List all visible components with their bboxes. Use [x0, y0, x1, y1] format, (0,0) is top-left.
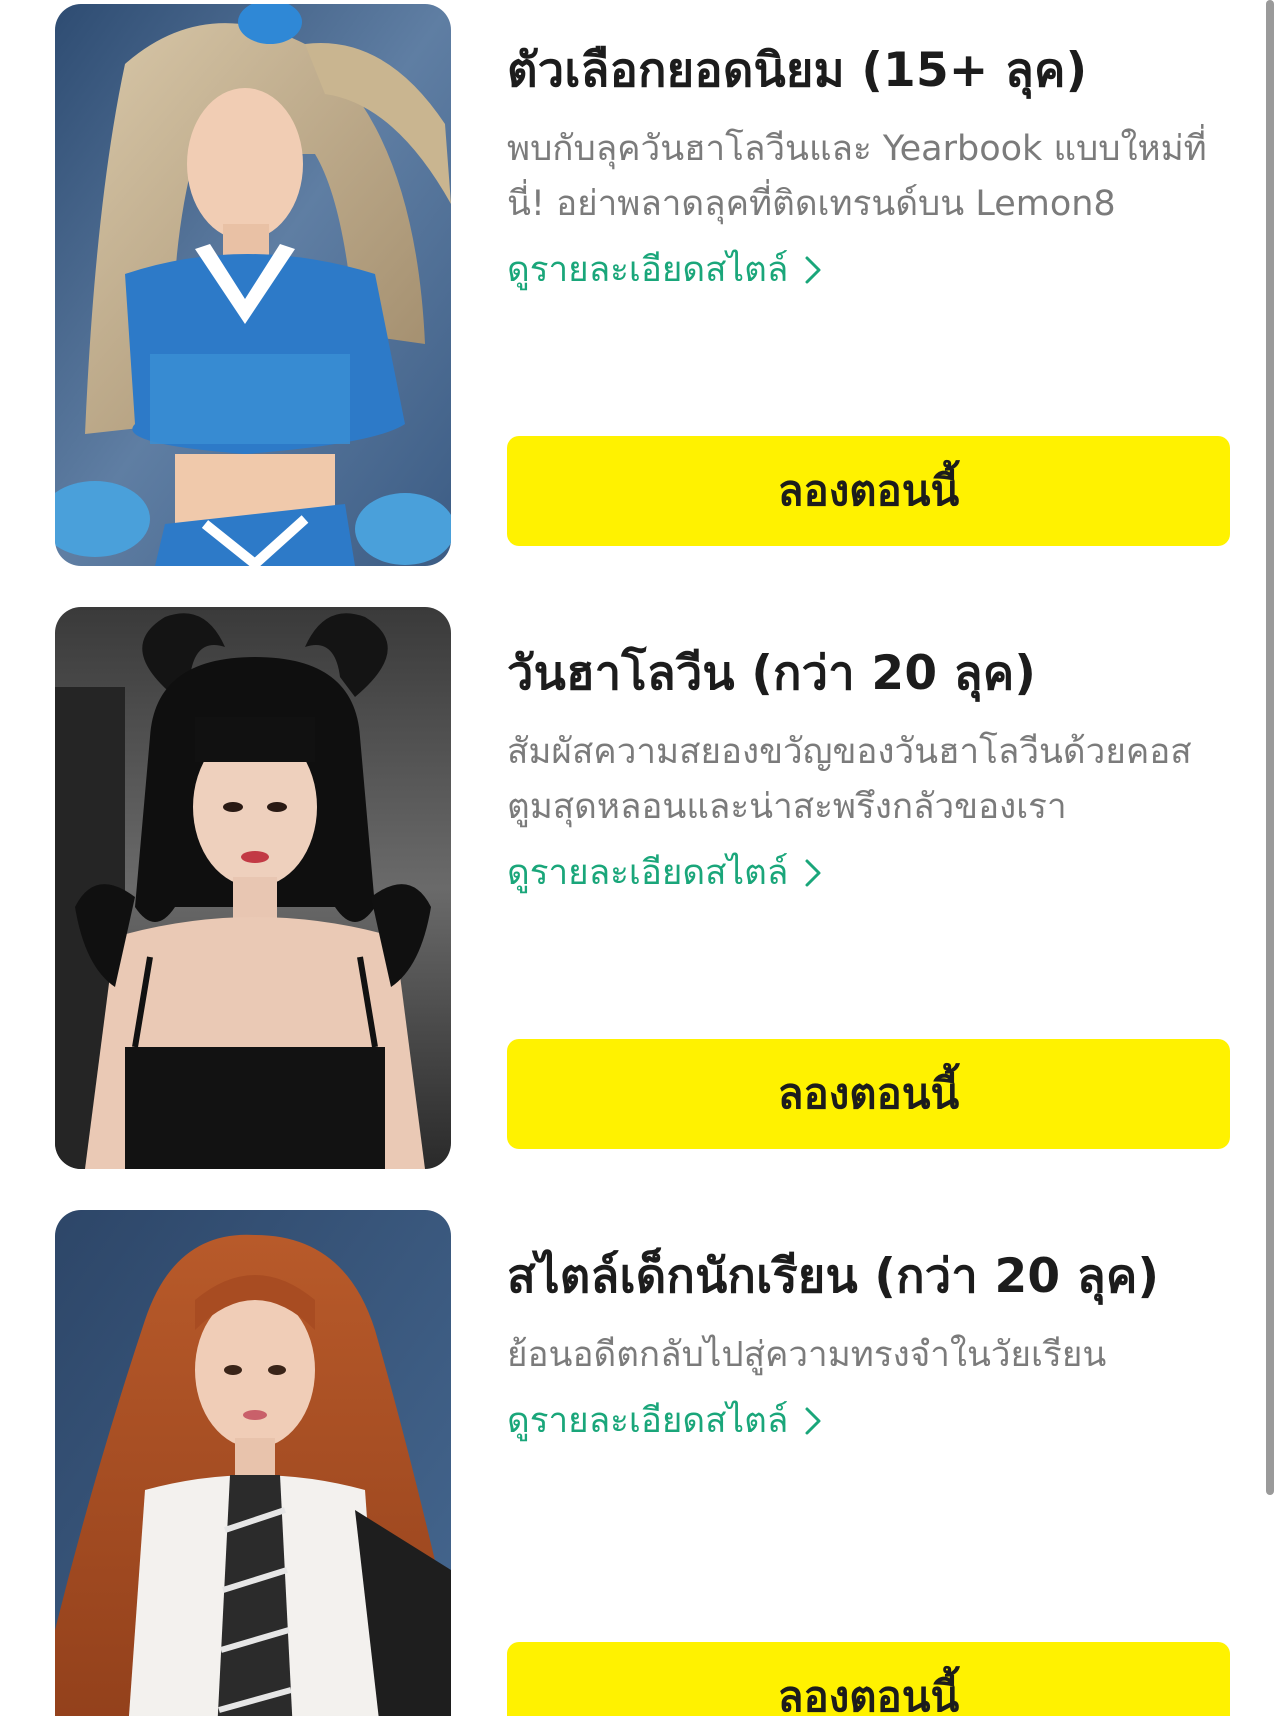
- style-title: ตัวเลือกยอดนิยม (15+ ลุค): [507, 43, 1088, 98]
- scrollbar[interactable]: [1266, 0, 1274, 1495]
- try-now-button[interactable]: ลองตอนนี้: [507, 1642, 1230, 1716]
- style-info: วันฮาโลวีน (กว่า 20 ลุค) สัมผัสความสยองข…: [507, 607, 1235, 1169]
- style-card-popular[interactable]: ตัวเลือกยอดนิยม (15+ ลุค) พบกับลุควันฮาโ…: [55, 4, 1235, 566]
- student-portrait-image: [55, 1210, 451, 1716]
- style-card-student[interactable]: สไตล์เด็กนักเรียน (กว่า 20 ลุค) ย้อนอดีต…: [55, 1210, 1235, 1716]
- view-style-details-link[interactable]: ดูรายละเอียดสไตล์: [507, 242, 822, 297]
- style-title: วันฮาโลวีน (กว่า 20 ลุค): [507, 646, 1037, 701]
- halloween-portrait-image: [55, 607, 451, 1169]
- view-style-details-label: ดูรายละเอียดสไตล์: [507, 1401, 789, 1441]
- style-thumbnail[interactable]: [55, 607, 451, 1169]
- try-now-button[interactable]: ลองตอนนี้: [507, 436, 1230, 546]
- style-description: ย้อนอดีตกลับไปสู่ความทรงจำในวัยเรียน: [507, 1335, 1107, 1375]
- view-style-details-link[interactable]: ดูรายละเอียดสไตล์: [507, 1393, 822, 1448]
- style-info: สไตล์เด็กนักเรียน (กว่า 20 ลุค) ย้อนอดีต…: [507, 1210, 1235, 1716]
- style-description: พบกับลุควันฮาโลวีนและ Yearbook แบบใหม่ที…: [507, 129, 1207, 224]
- style-thumbnail[interactable]: [55, 4, 451, 566]
- style-title: สไตล์เด็กนักเรียน (กว่า 20 ลุค): [507, 1249, 1160, 1304]
- style-list: ตัวเลือกยอดนิยม (15+ ลุค) พบกับลุควันฮาโ…: [0, 0, 1284, 1716]
- chevron-right-icon: [805, 256, 821, 283]
- try-now-button[interactable]: ลองตอนนี้: [507, 1039, 1230, 1149]
- view-style-details-label: ดูรายละเอียดสไตล์: [507, 250, 789, 290]
- chevron-right-icon: [805, 1407, 821, 1434]
- view-style-details-label: ดูรายละเอียดสไตล์: [507, 853, 789, 893]
- style-description: สัมผัสความสยองขวัญของวันฮาโลวีนด้วยคอสตู…: [507, 732, 1192, 827]
- style-card-halloween[interactable]: วันฮาโลวีน (กว่า 20 ลุค) สัมผัสความสยองข…: [55, 607, 1235, 1169]
- cheerleader-portrait-image: [55, 4, 451, 566]
- view-style-details-link[interactable]: ดูรายละเอียดสไตล์: [507, 845, 822, 900]
- style-info: ตัวเลือกยอดนิยม (15+ ลุค) พบกับลุควันฮาโ…: [507, 4, 1235, 566]
- style-thumbnail[interactable]: [55, 1210, 451, 1716]
- chevron-right-icon: [805, 859, 821, 886]
